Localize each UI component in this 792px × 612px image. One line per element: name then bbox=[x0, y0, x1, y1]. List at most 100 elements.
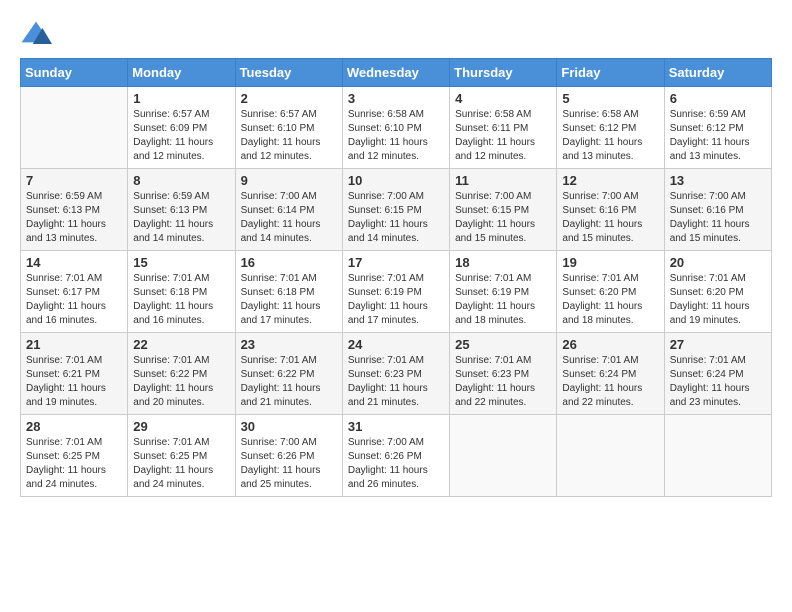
day-header-thursday: Thursday bbox=[450, 59, 557, 87]
calendar-table: SundayMondayTuesdayWednesdayThursdayFrid… bbox=[20, 58, 772, 497]
day-info: Sunrise: 7:01 AM Sunset: 6:20 PM Dayligh… bbox=[562, 272, 658, 328]
calendar-cell: 28 Sunrise: 7:01 AM Sunset: 6:25 PM Dayli… bbox=[21, 415, 128, 497]
day-number: 24 bbox=[348, 337, 444, 352]
calendar-cell: 12Sunrise: 7:00 AM Sunset: 6:16 PM Dayli… bbox=[557, 169, 664, 251]
day-info: Sunrise: 7:01 AM Sunset: 6:22 PM Dayligh… bbox=[133, 354, 229, 410]
calendar-cell: 26Sunrise: 7:01 AM Sunset: 6:24 PM Dayli… bbox=[557, 333, 664, 415]
calendar-cell: 14Sunrise: 7:01 AM Sunset: 6:17 PM Dayli… bbox=[21, 251, 128, 333]
day-info: Sunrise: 7:01 AM Sunset: 6:20 PM Dayligh… bbox=[670, 272, 766, 328]
day-info: Sunrise: 7:01 AM Sunset: 6:25 PM Dayligh… bbox=[26, 436, 122, 492]
day-number: 15 bbox=[133, 255, 229, 270]
day-info: Sunrise: 7:00 AM Sunset: 6:15 PM Dayligh… bbox=[348, 190, 444, 246]
calendar-cell: 6 Sunrise: 6:59 AM Sunset: 6:12 PM Daylig… bbox=[664, 87, 771, 169]
calendar-body: 1 Sunrise: 6:57 AM Sunset: 6:09 PM Daylig… bbox=[21, 87, 772, 497]
calendar-cell: 8 Sunrise: 6:59 AM Sunset: 6:13 PM Daylig… bbox=[128, 169, 235, 251]
day-info: Sunrise: 7:01 AM Sunset: 6:17 PM Dayligh… bbox=[26, 272, 122, 328]
calendar-cell: 15 Sunrise: 7:01 AM Sunset: 6:18 PM Dayli… bbox=[128, 251, 235, 333]
calendar-cell: 31 Sunrise: 7:00 AM Sunset: 6:26 PM Dayli… bbox=[342, 415, 449, 497]
calendar-cell bbox=[557, 415, 664, 497]
calendar-cell: 18Sunrise: 7:01 AM Sunset: 6:19 PM Dayli… bbox=[450, 251, 557, 333]
day-number: 29 bbox=[133, 419, 229, 434]
calendar-cell: 22 Sunrise: 7:01 AM Sunset: 6:22 PM Dayli… bbox=[128, 333, 235, 415]
day-info: Sunrise: 7:00 AM Sunset: 6:15 PM Dayligh… bbox=[455, 190, 551, 246]
day-number: 11 bbox=[455, 173, 551, 188]
day-number: 19 bbox=[562, 255, 658, 270]
day-number: 6 bbox=[670, 91, 766, 106]
day-info: Sunrise: 7:00 AM Sunset: 6:16 PM Dayligh… bbox=[670, 190, 766, 246]
day-number: 10 bbox=[348, 173, 444, 188]
calendar-cell: 9Sunrise: 7:00 AM Sunset: 6:14 PM Daylig… bbox=[235, 169, 342, 251]
day-number: 22 bbox=[133, 337, 229, 352]
day-info: Sunrise: 7:00 AM Sunset: 6:26 PM Dayligh… bbox=[241, 436, 337, 492]
day-number: 31 bbox=[348, 419, 444, 434]
calendar-cell: 17Sunrise: 7:01 AM Sunset: 6:19 PM Dayli… bbox=[342, 251, 449, 333]
day-number: 21 bbox=[26, 337, 122, 352]
day-header-saturday: Saturday bbox=[664, 59, 771, 87]
day-info: Sunrise: 6:59 AM Sunset: 6:12 PM Dayligh… bbox=[670, 108, 766, 164]
day-header-tuesday: Tuesday bbox=[235, 59, 342, 87]
day-info: Sunrise: 6:59 AM Sunset: 6:13 PM Dayligh… bbox=[133, 190, 229, 246]
calendar-cell: 25 Sunrise: 7:01 AM Sunset: 6:23 PM Dayli… bbox=[450, 333, 557, 415]
day-info: Sunrise: 7:01 AM Sunset: 6:21 PM Dayligh… bbox=[26, 354, 122, 410]
calendar-cell: 11 Sunrise: 7:00 AM Sunset: 6:15 PM Dayli… bbox=[450, 169, 557, 251]
calendar-week-row: 14Sunrise: 7:01 AM Sunset: 6:17 PM Dayli… bbox=[21, 251, 772, 333]
day-info: Sunrise: 6:59 AM Sunset: 6:13 PM Dayligh… bbox=[26, 190, 122, 246]
logo-icon bbox=[20, 20, 52, 48]
day-number: 25 bbox=[455, 337, 551, 352]
day-number: 28 bbox=[26, 419, 122, 434]
calendar-cell: 24 Sunrise: 7:01 AM Sunset: 6:23 PM Dayli… bbox=[342, 333, 449, 415]
day-info: Sunrise: 7:01 AM Sunset: 6:18 PM Dayligh… bbox=[241, 272, 337, 328]
day-info: Sunrise: 6:57 AM Sunset: 6:10 PM Dayligh… bbox=[241, 108, 337, 164]
calendar-cell: 30 Sunrise: 7:00 AM Sunset: 6:26 PM Dayli… bbox=[235, 415, 342, 497]
day-number: 30 bbox=[241, 419, 337, 434]
day-number: 20 bbox=[670, 255, 766, 270]
calendar-cell: 5 Sunrise: 6:58 AM Sunset: 6:12 PM Daylig… bbox=[557, 87, 664, 169]
day-info: Sunrise: 7:01 AM Sunset: 6:19 PM Dayligh… bbox=[455, 272, 551, 328]
page-header bbox=[20, 20, 772, 48]
day-number: 16 bbox=[241, 255, 337, 270]
day-number: 23 bbox=[241, 337, 337, 352]
calendar-cell bbox=[21, 87, 128, 169]
calendar-header-row: SundayMondayTuesdayWednesdayThursdayFrid… bbox=[21, 59, 772, 87]
calendar-cell: 2 Sunrise: 6:57 AM Sunset: 6:10 PM Daylig… bbox=[235, 87, 342, 169]
logo bbox=[20, 20, 56, 48]
day-number: 13 bbox=[670, 173, 766, 188]
day-info: Sunrise: 6:57 AM Sunset: 6:09 PM Dayligh… bbox=[133, 108, 229, 164]
day-number: 27 bbox=[670, 337, 766, 352]
day-number: 5 bbox=[562, 91, 658, 106]
calendar-cell: 23Sunrise: 7:01 AM Sunset: 6:22 PM Dayli… bbox=[235, 333, 342, 415]
day-info: Sunrise: 7:01 AM Sunset: 6:24 PM Dayligh… bbox=[562, 354, 658, 410]
calendar-cell: 13 Sunrise: 7:00 AM Sunset: 6:16 PM Dayli… bbox=[664, 169, 771, 251]
calendar-week-row: 28 Sunrise: 7:01 AM Sunset: 6:25 PM Dayli… bbox=[21, 415, 772, 497]
calendar-week-row: 7Sunrise: 6:59 AM Sunset: 6:13 PM Daylig… bbox=[21, 169, 772, 251]
day-number: 3 bbox=[348, 91, 444, 106]
day-info: Sunrise: 7:01 AM Sunset: 6:23 PM Dayligh… bbox=[348, 354, 444, 410]
day-number: 8 bbox=[133, 173, 229, 188]
day-info: Sunrise: 7:00 AM Sunset: 6:26 PM Dayligh… bbox=[348, 436, 444, 492]
calendar-cell: 1 Sunrise: 6:57 AM Sunset: 6:09 PM Daylig… bbox=[128, 87, 235, 169]
calendar-cell bbox=[664, 415, 771, 497]
day-number: 2 bbox=[241, 91, 337, 106]
calendar-cell: 10 Sunrise: 7:00 AM Sunset: 6:15 PM Dayli… bbox=[342, 169, 449, 251]
calendar-cell: 27 Sunrise: 7:01 AM Sunset: 6:24 PM Dayli… bbox=[664, 333, 771, 415]
day-header-wednesday: Wednesday bbox=[342, 59, 449, 87]
day-info: Sunrise: 7:00 AM Sunset: 6:14 PM Dayligh… bbox=[241, 190, 337, 246]
calendar-cell: 7Sunrise: 6:59 AM Sunset: 6:13 PM Daylig… bbox=[21, 169, 128, 251]
day-info: Sunrise: 6:58 AM Sunset: 6:12 PM Dayligh… bbox=[562, 108, 658, 164]
day-number: 12 bbox=[562, 173, 658, 188]
calendar-cell: 19 Sunrise: 7:01 AM Sunset: 6:20 PM Dayli… bbox=[557, 251, 664, 333]
calendar-cell: 29Sunrise: 7:01 AM Sunset: 6:25 PM Dayli… bbox=[128, 415, 235, 497]
day-info: Sunrise: 7:01 AM Sunset: 6:24 PM Dayligh… bbox=[670, 354, 766, 410]
day-number: 1 bbox=[133, 91, 229, 106]
day-info: Sunrise: 6:58 AM Sunset: 6:11 PM Dayligh… bbox=[455, 108, 551, 164]
calendar-cell bbox=[450, 415, 557, 497]
day-info: Sunrise: 7:01 AM Sunset: 6:18 PM Dayligh… bbox=[133, 272, 229, 328]
day-info: Sunrise: 7:01 AM Sunset: 6:19 PM Dayligh… bbox=[348, 272, 444, 328]
day-info: Sunrise: 7:01 AM Sunset: 6:23 PM Dayligh… bbox=[455, 354, 551, 410]
calendar-cell: 3Sunrise: 6:58 AM Sunset: 6:10 PM Daylig… bbox=[342, 87, 449, 169]
calendar-cell: 20 Sunrise: 7:01 AM Sunset: 6:20 PM Dayli… bbox=[664, 251, 771, 333]
day-header-monday: Monday bbox=[128, 59, 235, 87]
calendar-cell: 4Sunrise: 6:58 AM Sunset: 6:11 PM Daylig… bbox=[450, 87, 557, 169]
day-header-sunday: Sunday bbox=[21, 59, 128, 87]
calendar-cell: 21 Sunrise: 7:01 AM Sunset: 6:21 PM Dayli… bbox=[21, 333, 128, 415]
